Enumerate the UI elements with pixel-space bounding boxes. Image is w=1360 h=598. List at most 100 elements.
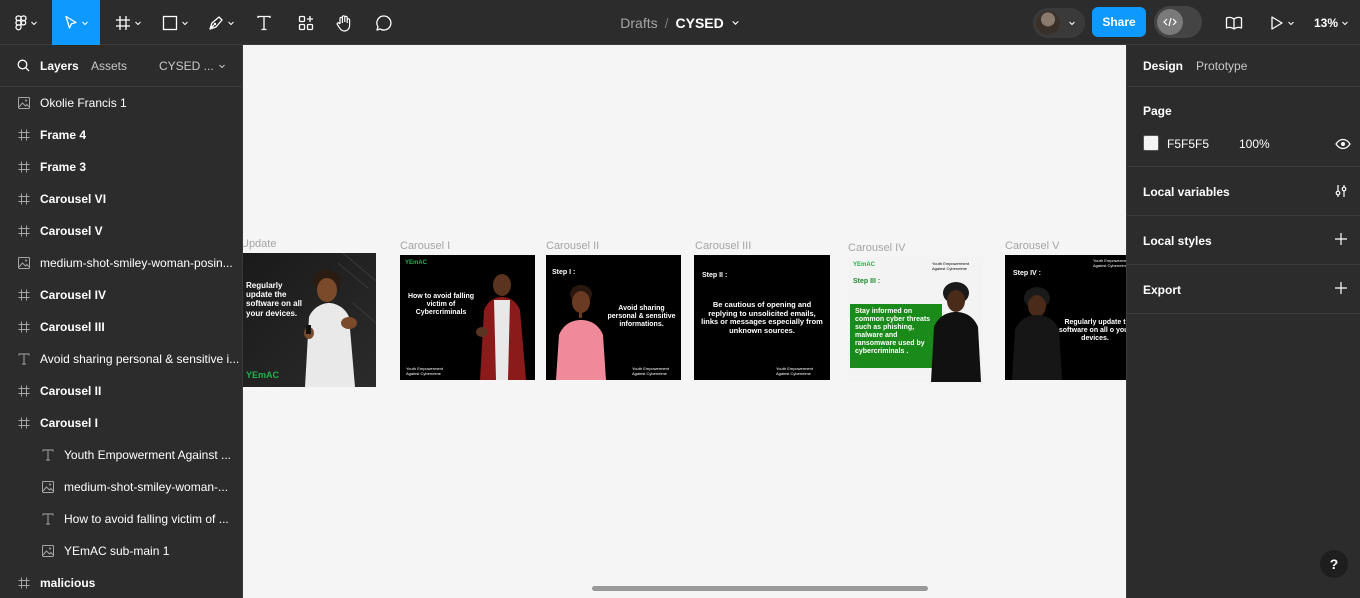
- frame-carousel-4[interactable]: YEmAC Youth Empowerment Against Cybercri…: [848, 257, 983, 382]
- frame-headline: Avoid sharing personal & sensitive infor…: [607, 305, 676, 329]
- layer-row[interactable]: Carousel VI: [0, 183, 242, 215]
- frame-icon: [17, 384, 31, 398]
- layer-row[interactable]: Avoid sharing personal & sensitive i...: [0, 343, 242, 375]
- frame-footer: Youth Empowerment Against Cybercrime: [776, 366, 813, 376]
- local-variables-heading[interactable]: Local variables: [1143, 185, 1230, 199]
- shape-tool-icon[interactable]: [156, 0, 194, 45]
- frame-label[interactable]: Update: [243, 238, 276, 250]
- frame-label[interactable]: Carousel V: [1005, 240, 1059, 252]
- dev-mode-toggle[interactable]: [1154, 6, 1202, 38]
- library-icon[interactable]: [1220, 0, 1248, 45]
- layer-row[interactable]: YEmAC sub-main 1: [0, 535, 242, 567]
- frame-footer: Youth Empowerment Against Cybercrime: [406, 366, 443, 376]
- chevron-down-icon: [81, 21, 88, 25]
- properties-panel: Design Prototype Page F5F5F5 100% Local …: [1126, 45, 1360, 598]
- layer-row[interactable]: Frame 3: [0, 151, 242, 183]
- layer-row[interactable]: Carousel IV: [0, 279, 242, 311]
- page-selector[interactable]: CYSED ...: [159, 59, 214, 73]
- breadcrumb-drafts[interactable]: Drafts: [620, 15, 657, 31]
- tab-design[interactable]: Design: [1143, 59, 1183, 73]
- chevron-down-icon: [134, 21, 141, 25]
- chevron-down-icon: [181, 21, 188, 25]
- canvas[interactable]: Update Regularly update the software on …: [243, 45, 1126, 598]
- help-button[interactable]: ?: [1320, 550, 1348, 578]
- woman-shush-photo: [556, 285, 606, 380]
- frame-label[interactable]: Carousel III: [695, 240, 751, 252]
- page-color-value[interactable]: F5F5F5: [1167, 137, 1209, 151]
- image-icon: [41, 480, 55, 494]
- chevron-down-icon[interactable]: [731, 18, 740, 27]
- layer-list: Okolie Francis 1 Frame 4 Frame 3 Carousel V…: [0, 87, 242, 598]
- right-panel-tabs: Design Prototype: [1127, 45, 1360, 87]
- page-opacity-value[interactable]: 100%: [1239, 137, 1270, 151]
- file-name[interactable]: CYSED: [676, 15, 724, 31]
- tab-prototype[interactable]: Prototype: [1196, 59, 1247, 73]
- frame-carousel-1[interactable]: YEmAC How to avoid falling victim of Cyb…: [400, 255, 535, 380]
- layer-label: Frame 3: [40, 160, 87, 174]
- image-icon: [17, 96, 31, 110]
- frame-label[interactable]: Carousel II: [546, 240, 599, 252]
- user-menu[interactable]: [1033, 8, 1085, 38]
- text-tool-icon[interactable]: [250, 0, 278, 45]
- layer-row[interactable]: medium-shot-smiley-woman-...: [0, 471, 242, 503]
- frame-headline: Regularly update the software on all you…: [246, 281, 303, 318]
- eye-icon[interactable]: [1335, 138, 1351, 150]
- frame-icon: [17, 192, 31, 206]
- layer-row[interactable]: Carousel V: [0, 215, 242, 247]
- layer-label: Carousel V: [40, 224, 103, 238]
- zoom-level: 13%: [1314, 15, 1339, 30]
- layer-row[interactable]: How to avoid falling victim of ...: [0, 503, 242, 535]
- layer-label: Okolie Francis 1: [40, 96, 127, 110]
- layer-label: Carousel II: [40, 384, 102, 398]
- add-export-icon[interactable]: [1334, 281, 1348, 295]
- share-button[interactable]: Share: [1092, 7, 1146, 37]
- frame-update[interactable]: Regularly update the software on all you…: [243, 253, 376, 387]
- layer-row[interactable]: Carousel I: [0, 407, 242, 439]
- layer-row[interactable]: Carousel III: [0, 311, 242, 343]
- hand-tool-icon[interactable]: [330, 0, 358, 45]
- layer-label: malicious: [40, 576, 96, 590]
- frame-tool-icon[interactable]: [110, 0, 146, 45]
- layer-row[interactable]: Youth Empowerment Against ...: [0, 439, 242, 471]
- variables-settings-icon[interactable]: [1334, 184, 1348, 198]
- layer-row[interactable]: medium-shot-smiley-woman-posin...: [0, 247, 242, 279]
- add-style-icon[interactable]: [1334, 232, 1348, 246]
- frame-icon: [17, 160, 31, 174]
- frame-carousel-2[interactable]: Step I : Avoid sharing personal & sensit…: [546, 255, 681, 380]
- layer-row[interactable]: Carousel II: [0, 375, 242, 407]
- present-icon[interactable]: [1264, 0, 1300, 45]
- layer-label: Carousel I: [40, 416, 99, 430]
- layer-label: Avoid sharing personal & sensitive i...: [40, 352, 240, 366]
- tab-layers[interactable]: Layers: [40, 59, 79, 73]
- page-color-swatch[interactable]: [1143, 135, 1159, 151]
- search-icon[interactable]: [17, 59, 30, 72]
- chevron-down-icon: [227, 21, 234, 25]
- comment-icon[interactable]: [370, 0, 398, 45]
- resources-icon[interactable]: [292, 0, 320, 45]
- export-section: Export: [1127, 265, 1360, 314]
- frame-label[interactable]: Carousel I: [400, 240, 450, 252]
- text-layer-icon: [17, 352, 31, 366]
- chevron-down-icon[interactable]: [218, 62, 226, 70]
- layer-row[interactable]: Frame 4: [0, 119, 242, 151]
- yemac-logo: YEmAC: [246, 370, 280, 380]
- top-toolbar: Drafts / CYSED Share 13%: [0, 0, 1360, 45]
- frame-label[interactable]: Carousel IV: [848, 242, 905, 254]
- figma-menu-icon[interactable]: [8, 0, 44, 45]
- chevron-down-icon: [1287, 21, 1294, 25]
- text-layer-icon: [41, 512, 55, 526]
- layer-row[interactable]: malicious: [0, 567, 242, 598]
- tab-assets[interactable]: Assets: [91, 59, 127, 73]
- move-tool-icon[interactable]: [52, 0, 100, 45]
- pen-tool-icon[interactable]: [202, 0, 240, 45]
- man-pointing-photo: [476, 274, 526, 380]
- zoom-menu[interactable]: 13%: [1314, 0, 1349, 45]
- layer-row[interactable]: Okolie Francis 1: [0, 87, 242, 119]
- step-label: Step III :: [853, 278, 881, 285]
- layer-label: Carousel IV: [40, 288, 107, 302]
- frame-carousel-5[interactable]: Youth Empowerment Against Cybercrime Ste…: [1005, 255, 1126, 380]
- frame-carousel-3[interactable]: Step II : Be cautious of opening and rep…: [694, 255, 830, 380]
- layer-label: medium-shot-smiley-woman-posin...: [40, 256, 233, 270]
- horizontal-scrollbar[interactable]: [592, 586, 928, 591]
- frame-header: Youth Empowerment Against Cybercrime: [1093, 258, 1126, 268]
